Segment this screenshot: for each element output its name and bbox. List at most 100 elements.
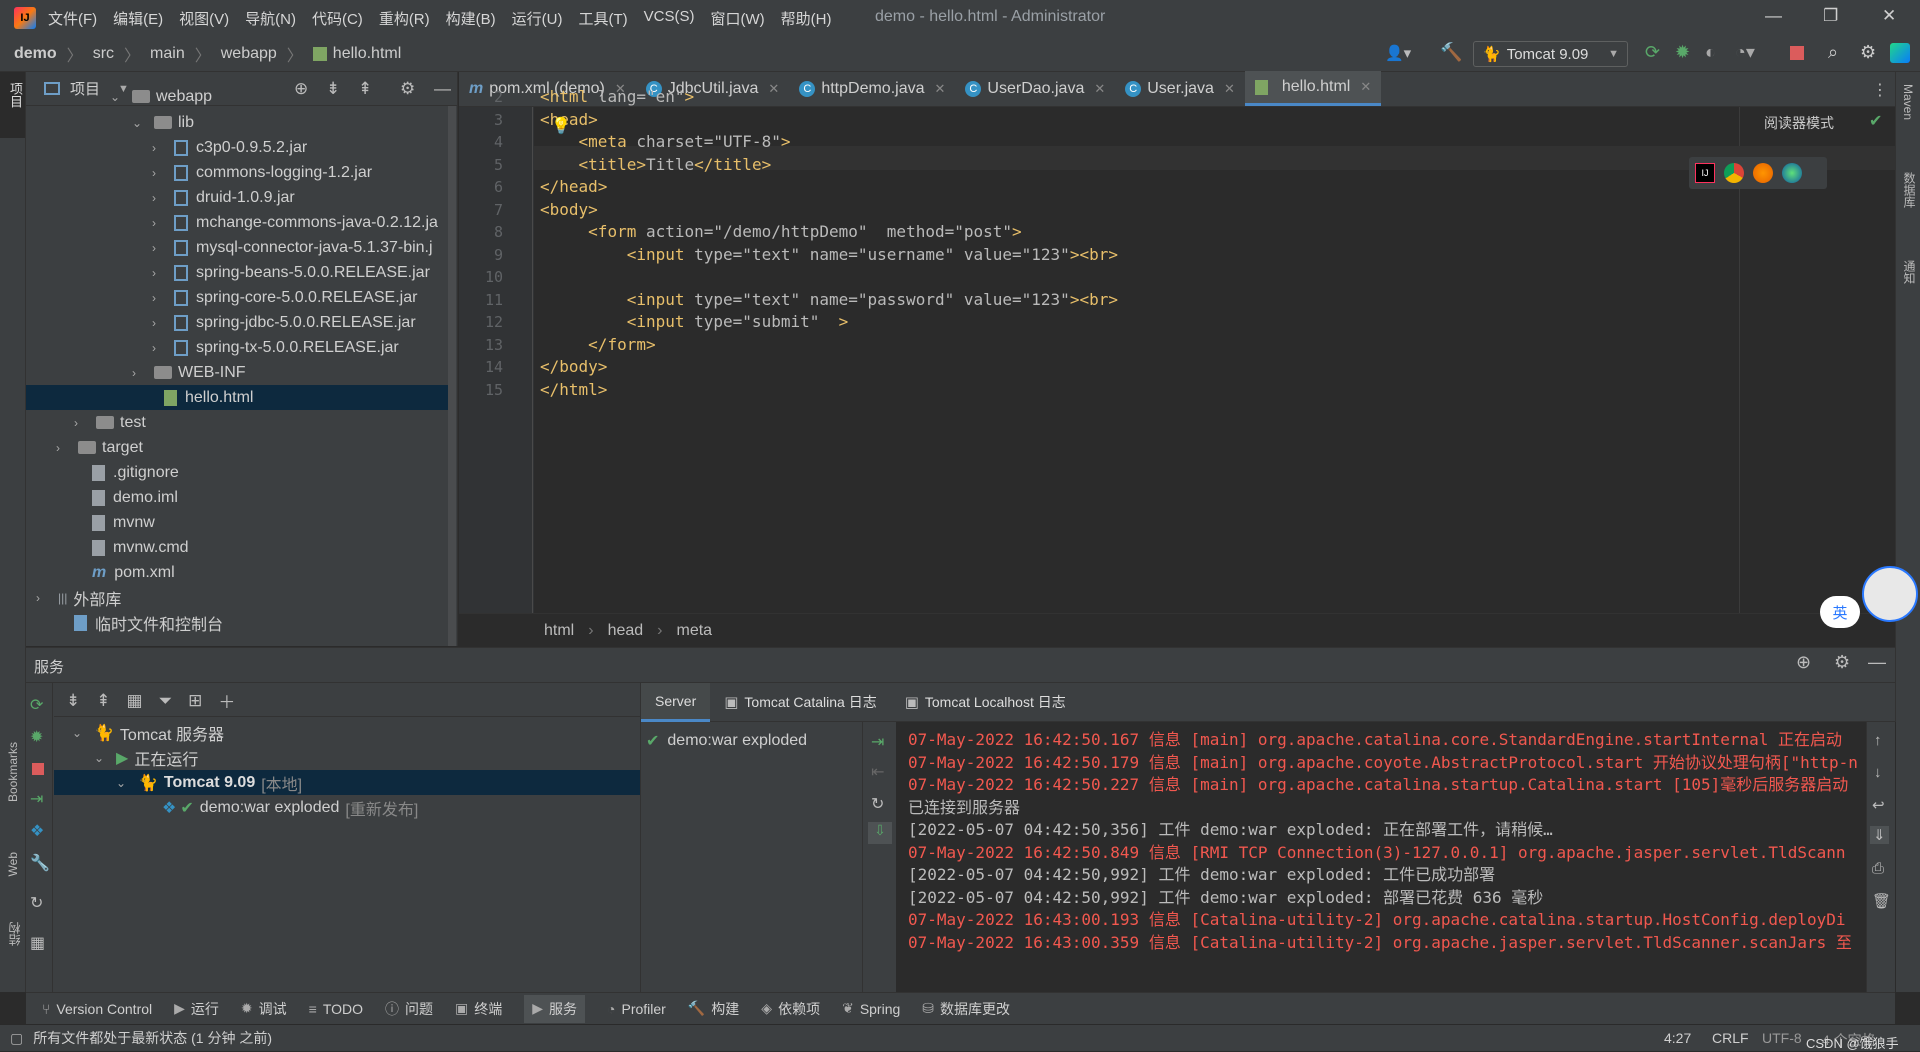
tool-window-8[interactable]: 🔨 构建 (688, 999, 739, 1019)
wrench-icon[interactable]: 🔧 (30, 853, 50, 873)
tree-item-folder[interactable]: ⌄ webapp (110, 84, 212, 109)
tree-item-html[interactable]: hello.html (26, 385, 456, 410)
print-icon[interactable]: ⎙ (1872, 860, 1884, 877)
tab-userdao-java[interactable]: C UserDao.java ✕ (955, 71, 1115, 106)
close-icon[interactable]: ✕ (1882, 6, 1896, 26)
crumb-webapp[interactable]: webapp (221, 45, 277, 63)
crumb-project[interactable]: demo (14, 45, 57, 63)
tree-item-jar[interactable]: › spring-core-5.0.0.RELEASE.jar (152, 285, 417, 310)
rerun-icon[interactable]: ⟳ (30, 695, 43, 715)
tree-item-jar[interactable]: › spring-beans-5.0.0.RELEASE.jar (152, 260, 430, 285)
chevron-icon[interactable]: › (152, 291, 166, 305)
line-separator[interactable]: CRLF (1712, 1030, 1749, 1046)
close-tab-icon[interactable]: ✕ (1360, 79, 1371, 95)
close-tab-icon[interactable]: ✕ (1094, 81, 1105, 97)
menu-item-11[interactable]: 帮助(H) (781, 8, 832, 29)
tool-window-10[interactable]: ❦ Spring (842, 1000, 900, 1017)
intellij-browser-icon[interactable]: IJ (1695, 163, 1715, 183)
refresh-icon[interactable]: ↻ (30, 893, 43, 913)
group-icon[interactable]: ▦ (127, 691, 143, 711)
new-tab-icon[interactable]: ⊞ (188, 691, 202, 711)
tool-window-6[interactable]: ▶ 服务 (524, 994, 586, 1023)
gear-icon[interactable]: ⚙ (400, 79, 415, 99)
menu-item-3[interactable]: 导航(N) (245, 8, 296, 29)
intention-bulb-icon[interactable]: 💡 (551, 116, 571, 136)
tab-hello-html[interactable]: hello.html ✕ (1244, 71, 1382, 106)
hide-icon[interactable]: — (1868, 652, 1886, 673)
build-hammer-icon[interactable]: 🔨 (1440, 42, 1462, 63)
tree-item-jar[interactable]: › mchange-commons-java-0.2.12.ja (152, 210, 438, 235)
status-message[interactable]: 所有文件都处于最新状态 (1 分钟 之前) (33, 1028, 272, 1048)
gear-icon[interactable]: ⚙ (1834, 652, 1850, 673)
tool-window-11[interactable]: ⛁ 数据库更改 (922, 999, 1010, 1019)
wrap-icon[interactable]: ↩ (1872, 796, 1885, 814)
chevron-icon[interactable]: › (152, 316, 166, 330)
chevron-icon[interactable]: › (152, 216, 166, 230)
deploy-icon[interactable]: ⇥ (871, 732, 884, 752)
tool-window-0[interactable]: ⑂ Version Control (42, 1001, 152, 1017)
menu-item-7[interactable]: 运行(U) (512, 8, 563, 29)
close-tab-icon[interactable]: ✕ (935, 81, 946, 97)
layout-icon[interactable]: ▦ (30, 933, 45, 953)
tree-item-file[interactable]: mvnw.cmd (70, 535, 189, 560)
stop-icon[interactable] (32, 763, 44, 775)
hide-icon[interactable]: — (434, 79, 451, 99)
debug-icon[interactable]: ✹ (1675, 42, 1690, 63)
tool-window-2[interactable]: ✹ 调试 (241, 999, 287, 1019)
tree-item-lib[interactable]: › ||| 外部库 (36, 585, 121, 610)
tree-item-folder[interactable]: ⌄ lib (132, 110, 194, 135)
tool-window-1[interactable]: ▶ 运行 (174, 999, 219, 1019)
search-icon[interactable]: ⌕ (1828, 42, 1838, 63)
project-stripe-button[interactable]: 项目 (0, 72, 25, 138)
tab-localhost-log[interactable]: ▣ Tomcat Localhost 日志 (891, 683, 1080, 722)
tomcat-instance-node[interactable]: ⌄ 🐈 Tomcat 9.09 [本地] (116, 770, 302, 795)
chevron-icon[interactable]: › (152, 266, 166, 280)
update-icon[interactable]: ⇩ (868, 822, 892, 844)
coverage-icon[interactable]: ◐ (1705, 42, 1716, 63)
up-arrow-icon[interactable]: ↑ (1874, 732, 1882, 749)
restore-icon[interactable]: ❐ (1823, 6, 1838, 26)
menu-item-4[interactable]: 代码(C) (312, 8, 363, 29)
crumb-file[interactable]: hello.html (333, 45, 401, 63)
caret-position[interactable]: 4:27 (1664, 1030, 1691, 1046)
tree-item-file[interactable]: .gitignore (70, 460, 179, 485)
scrollbar[interactable] (448, 106, 456, 646)
chevron-icon[interactable]: › (152, 166, 166, 180)
reader-mode-toggle[interactable]: 阅读器模式 (1764, 113, 1834, 133)
refresh-icon[interactable]: ↻ (871, 794, 884, 814)
chevron-icon[interactable]: › (152, 191, 166, 205)
chevron-icon[interactable]: › (152, 241, 166, 255)
tree-item-jar[interactable]: › spring-jdbc-5.0.0.RELEASE.jar (152, 310, 416, 335)
menu-item-6[interactable]: 构建(B) (446, 8, 496, 29)
maven-stripe-button[interactable]: Maven (1901, 84, 1915, 120)
gear-icon[interactable]: ⚙ (1860, 42, 1876, 63)
close-tab-icon[interactable]: ✕ (1224, 81, 1235, 97)
crumb-main[interactable]: main (150, 45, 185, 63)
artifact-node[interactable]: ❖ ✔ demo:war exploded [重新发布] (162, 795, 418, 820)
profile-icon[interactable]: ◔▾ (1735, 42, 1755, 63)
tab-user-java[interactable]: C User.java ✕ (1115, 71, 1245, 106)
chevron-icon[interactable]: › (56, 441, 70, 455)
more-tabs-icon[interactable]: ⋮ (1872, 80, 1888, 100)
chevron-icon[interactable]: ⌄ (110, 90, 124, 104)
close-tab-icon[interactable]: ✕ (768, 81, 779, 97)
running-node[interactable]: ⌄ ▶ 正在运行 (94, 745, 198, 770)
run-config-select[interactable]: 🐈 Tomcat 9.09 ▼ (1473, 41, 1628, 67)
user-icon[interactable]: 👤▾ (1385, 44, 1411, 62)
tree-item-scratch[interactable]: 临时文件和控制台 (52, 610, 223, 635)
tree-item-maven[interactable]: m pom.xml (70, 560, 175, 585)
tree-item-jar[interactable]: › c3p0-0.9.5.2.jar (152, 135, 307, 160)
minimize-icon[interactable]: — (1765, 6, 1782, 26)
log-console[interactable]: 07-May-2022 16:42:50.167 信息 [main] org.a… (896, 722, 1896, 994)
file-encoding[interactable]: UTF-8 (1762, 1030, 1802, 1046)
menu-item-10[interactable]: 窗口(W) (710, 8, 764, 29)
ime-indicator[interactable]: 英 (1820, 596, 1860, 628)
menu-item-0[interactable]: 文件(F) (48, 8, 97, 29)
chevron-icon[interactable]: ⌄ (132, 116, 146, 130)
locate-icon[interactable]: ⊕ (1796, 652, 1811, 673)
deploy-icon[interactable]: ⇥ (30, 789, 43, 809)
tab-catalina-log[interactable]: ▣ Tomcat Catalina 日志 (710, 683, 890, 722)
toolbox-icon[interactable] (1890, 43, 1910, 63)
chevron-icon[interactable]: › (132, 366, 146, 380)
bookmarks-stripe-button[interactable]: Bookmarks (6, 742, 20, 802)
